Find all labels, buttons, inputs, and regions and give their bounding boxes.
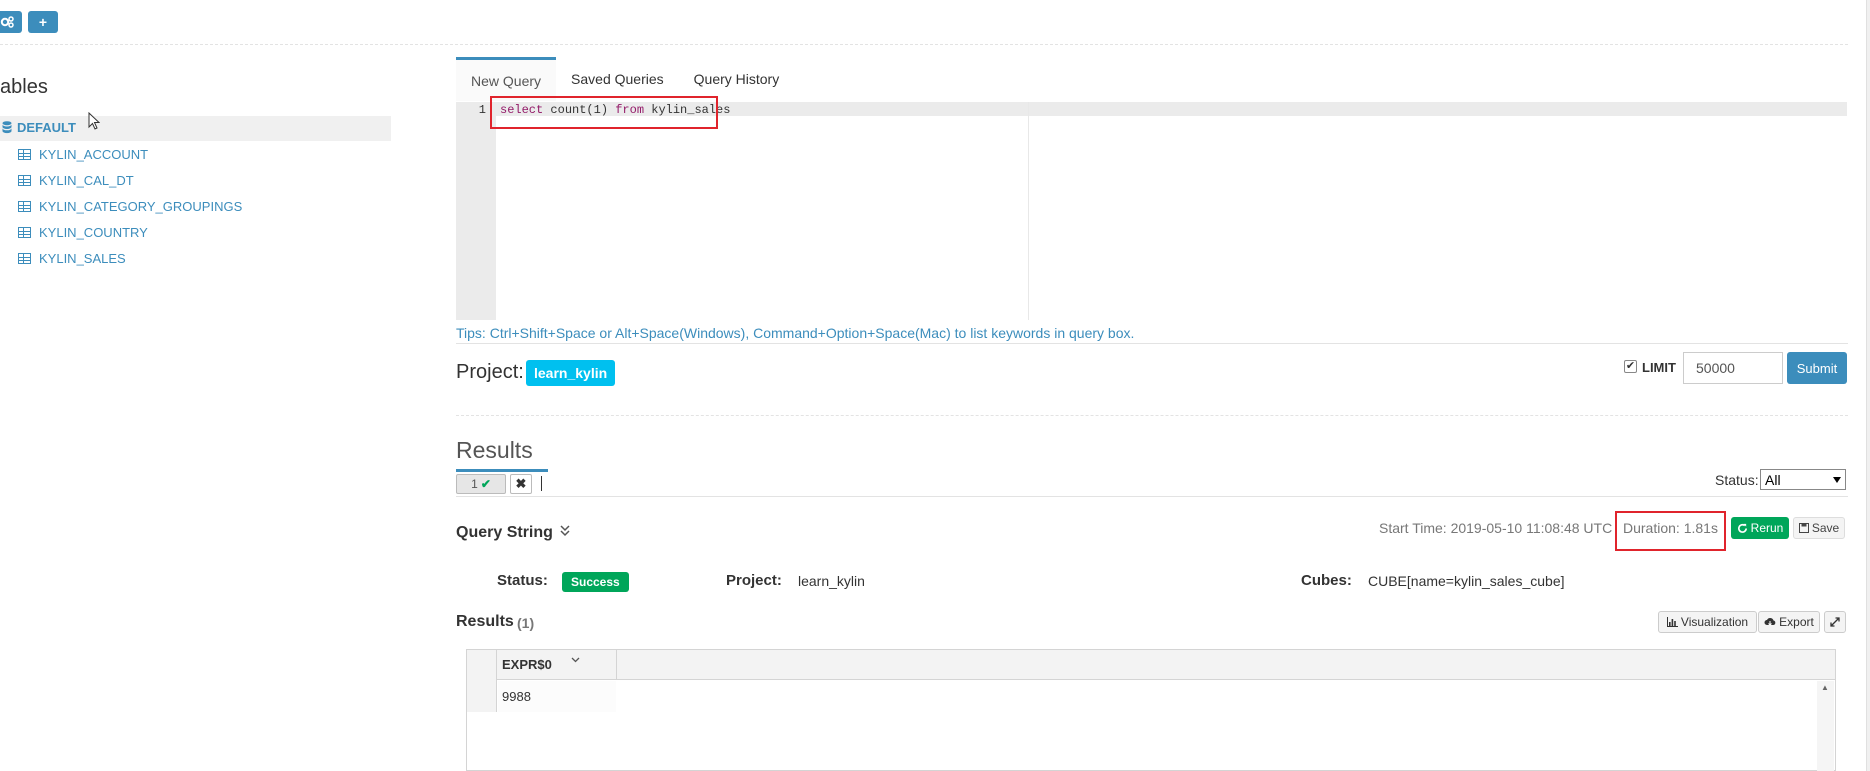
expand-icon [1830,617,1840,627]
project-info-label: Project: [726,572,782,589]
table-item-label: KYLIN_CAL_DT [39,172,134,188]
export-label: Export [1779,615,1814,629]
table-icon [18,226,31,238]
query-highlight-box [490,96,718,129]
save-button[interactable]: Save [1793,517,1845,539]
result-tab-1[interactable]: 1 ✔ [456,474,506,494]
database-label[interactable]: DEFAULT [17,120,76,135]
visualization-label: Visualization [1680,615,1749,629]
refresh-icon [1737,523,1747,533]
rerun-button[interactable]: Rerun [1731,517,1789,539]
close-result-button[interactable]: ✖ [510,474,532,494]
line-number: 1 [478,103,486,117]
query-string-title[interactable]: Query String [456,524,553,542]
status-filter-label: Status: [1715,472,1759,488]
table-item-kylin-category-groupings[interactable]: KYLIN_CATEGORY_GROUPINGS [18,196,242,216]
cubes-value: CUBE[name=kylin_sales_cube] [1368,573,1565,589]
plus-icon: + [38,14,48,30]
editor-gutter [456,102,496,320]
results-heading: Results [456,437,533,463]
grid-scrollbar[interactable] [1817,681,1834,771]
status-badge: Success [562,572,629,592]
bar-chart-icon [1666,617,1678,627]
results-table-title: Results [456,613,514,630]
duration-highlight-box [1615,511,1726,551]
status-filter-select[interactable]: All [1760,469,1846,490]
editor-print-margin [1028,102,1029,320]
project-badge: learn_kylin [526,360,616,386]
table-item-kylin-country[interactable]: KYLIN_COUNTRY [18,222,148,242]
submit-button[interactable]: Submit [1787,352,1847,384]
table-cell: 9988 [502,689,531,704]
dropdown-arrow-icon [1833,476,1841,483]
table-item-label: KYLIN_SALES [39,250,126,266]
tab-new-query[interactable]: New Query [456,57,557,101]
row-header-column [467,650,497,712]
column-header-expr0[interactable]: EXPR$0 [502,657,552,672]
tab-saved-queries[interactable]: Saved Queries [556,57,679,101]
save-label: Save [1811,521,1840,535]
result-tab-number: 1 [471,477,478,491]
table-icon [18,252,31,264]
table-item-label: KYLIN_COUNTRY [39,224,148,240]
sql-editor[interactable] [456,102,1847,320]
rerun-label: Rerun [1750,521,1784,535]
query-tabs: New Query Saved Queries Query History [456,57,794,101]
fullscreen-button[interactable] [1824,611,1846,633]
tab-query-history[interactable]: Query History [679,57,795,101]
cubes-label: Cubes: [1301,572,1352,589]
divider [456,343,1848,344]
column-separator [616,650,617,680]
limit-checkbox[interactable]: ✔ [1624,360,1637,373]
database-icon [2,121,12,134]
project-info-value: learn_kylin [798,573,865,589]
grid-header [467,650,1835,680]
export-button[interactable]: Export [1758,611,1820,633]
status-label: Status: [497,572,548,589]
table-item-kylin-cal-dt[interactable]: KYLIN_CAL_DT [18,170,134,190]
table-icon [18,174,31,186]
tables-heading: ables [0,76,48,98]
cloud-download-icon [1764,618,1776,626]
table-item-kylin-sales[interactable]: KYLIN_SALES [18,248,126,268]
table-item-kylin-account[interactable]: KYLIN_ACCOUNT [18,144,148,164]
project-label: Project: [456,361,524,383]
double-chevron-down-icon[interactable] [560,525,570,537]
divider [456,496,1848,497]
limit-input[interactable] [1683,352,1783,384]
table-icon [18,200,31,212]
close-icon: ✖ [515,476,527,491]
table-icon [18,148,31,160]
divider [456,415,1848,416]
results-count: (1) [517,615,535,631]
table-item-label: KYLIN_CATEGORY_GROUPINGS [39,198,243,214]
gears-icon[interactable] [0,11,22,33]
text-caret [541,476,542,491]
table-item-label: KYLIN_ACCOUNT [39,146,149,162]
add-button[interactable]: + [28,11,58,33]
top-divider [0,44,1848,45]
chevron-down-icon[interactable] [571,655,580,664]
visualization-button[interactable]: Visualization [1658,611,1757,633]
results-underline [456,469,548,472]
mouse-cursor-icon [88,112,100,130]
check-icon: ✔ [480,477,491,491]
start-time: Start Time: 2019-05-10 11:08:48 UTC [1379,520,1613,536]
floppy-icon [1798,523,1809,533]
limit-label: LIMIT [1642,360,1676,375]
scroll-up-arrow-icon[interactable]: ▲ [1821,683,1829,692]
editor-tips: Tips: Ctrl+Shift+Space or Alt+Space(Wind… [456,325,1135,341]
status-filter-value: All [1765,471,1781,488]
page-scrollbar[interactable] [1866,0,1870,771]
